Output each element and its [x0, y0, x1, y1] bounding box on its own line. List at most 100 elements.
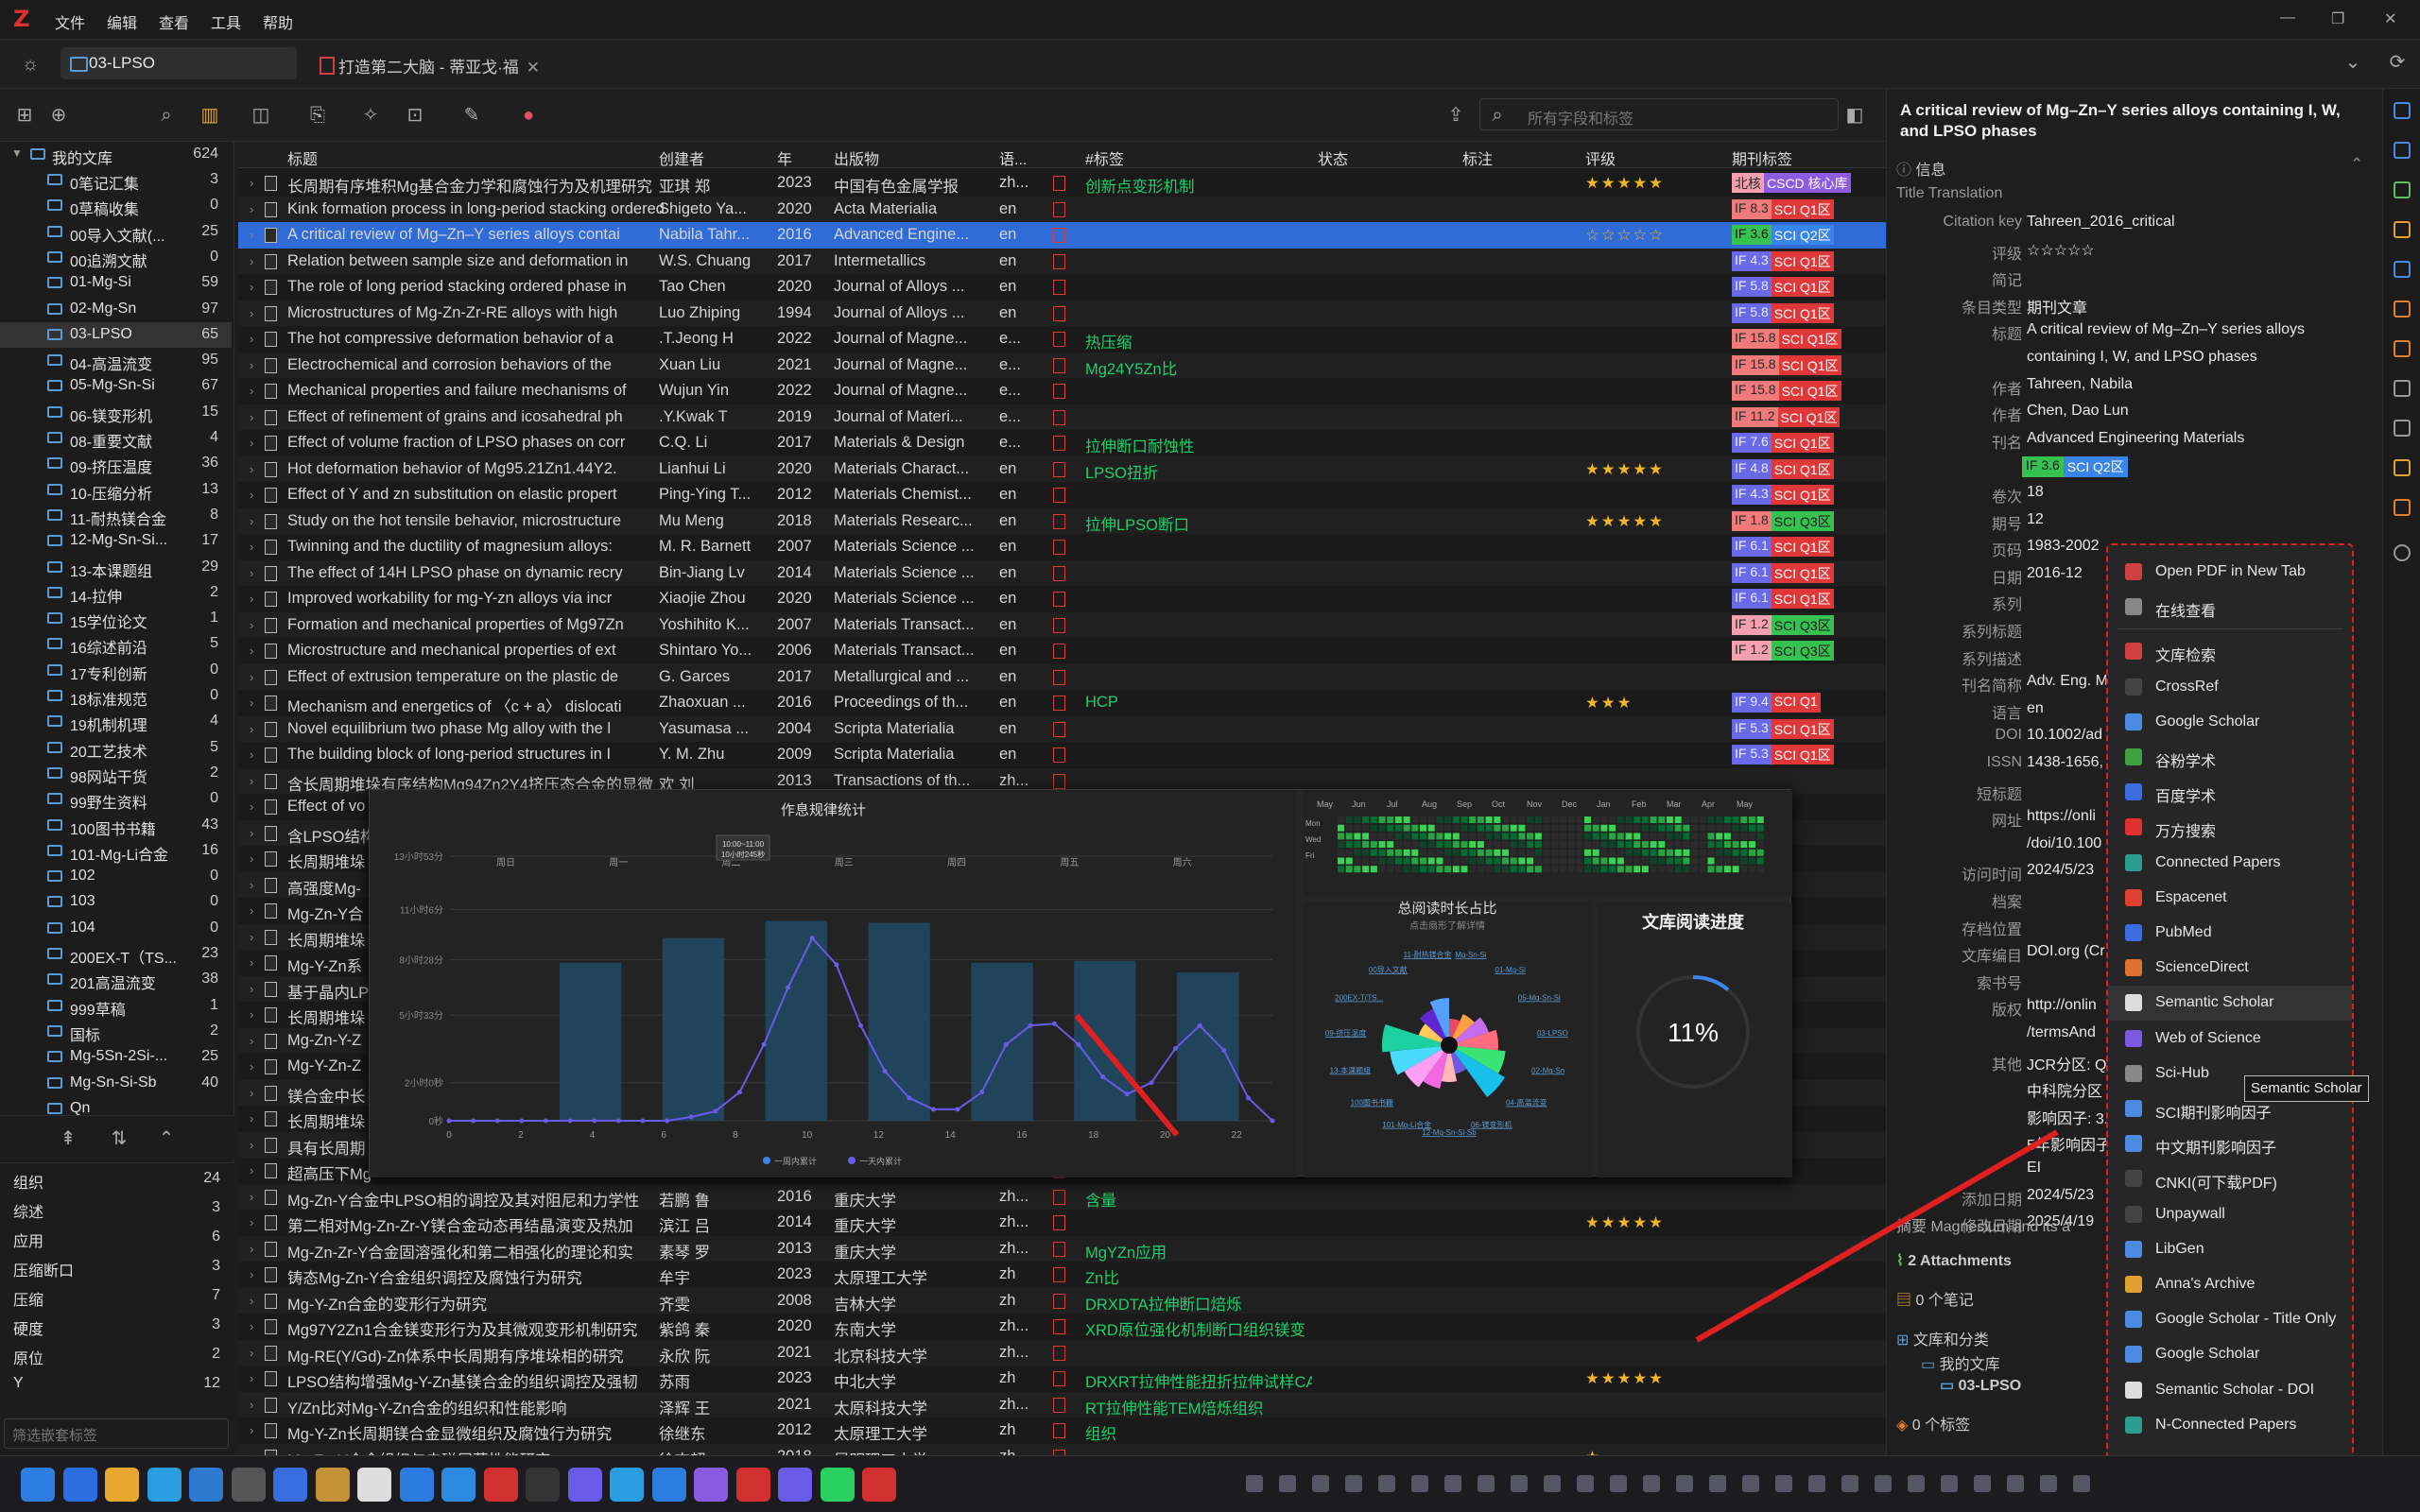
heatmap-cell[interactable]: [1634, 849, 1641, 856]
heatmap-cell[interactable]: [1749, 833, 1755, 840]
heatmap-cell[interactable]: [1723, 857, 1731, 865]
tray-icon[interactable]: [1478, 1475, 1495, 1492]
heatmap-cell[interactable]: [1559, 866, 1566, 873]
tray-icon[interactable]: [1841, 1475, 1858, 1492]
heatmap-cell[interactable]: [1658, 833, 1666, 840]
menu-item[interactable]: Open PDF in New Tab: [2108, 555, 2352, 590]
table-row[interactable]: › Relation between sample size and deform…: [238, 248, 1886, 274]
sidebar-item-collection[interactable]: Mg-Sn-Si-Sb 40: [0, 1071, 232, 1096]
heatmap-cell[interactable]: [1502, 849, 1509, 856]
heatmap-cell[interactable]: [1527, 816, 1534, 823]
heatmap-cell[interactable]: [1362, 841, 1370, 849]
sidebar-item-collection[interactable]: 0草稿收集 0: [0, 193, 232, 218]
tray-icon[interactable]: [2040, 1475, 2057, 1492]
row-expand-chevron-icon[interactable]: ›: [250, 644, 253, 658]
heatmap-cell[interactable]: [1584, 841, 1591, 849]
heatmap-cell[interactable]: [1469, 833, 1477, 840]
tab-close-icon[interactable]: ✕: [527, 59, 540, 77]
heatmap-cell[interactable]: [1518, 866, 1526, 873]
heatmap-cell[interactable]: [1362, 866, 1370, 873]
row-expand-chevron-icon[interactable]: ›: [250, 982, 253, 996]
heatmap-cell[interactable]: [1510, 833, 1517, 840]
heatmap-cell[interactable]: [1411, 841, 1419, 849]
heatmap-cell[interactable]: [1469, 841, 1477, 849]
heatmap-cell[interactable]: [1427, 833, 1435, 840]
heatmap-cell[interactable]: [1699, 841, 1706, 849]
pdf-attachment-icon[interactable]: [1053, 409, 1065, 425]
heatmap-cell[interactable]: [1338, 849, 1344, 856]
menu-item[interactable]: LibGen: [2108, 1232, 2352, 1267]
heatmap-cell[interactable]: [1534, 849, 1542, 856]
heatmap-cell[interactable]: [1387, 866, 1394, 873]
heatmap-cell[interactable]: [1567, 857, 1575, 865]
heatmap-cell[interactable]: [1543, 866, 1550, 873]
heatmap-cell[interactable]: [1444, 849, 1452, 856]
detail-field[interactable]: containing I, W, and LPSO phases: [1887, 345, 2382, 371]
heatmap-cell[interactable]: [1518, 857, 1526, 865]
taskbar-app-icon[interactable]: [610, 1468, 644, 1502]
heatmap-cell[interactable]: [1674, 849, 1682, 856]
heatmap-cell[interactable]: [1378, 816, 1386, 823]
table-row[interactable]: › Effect of volume fraction of LPSO phase…: [238, 430, 1886, 456]
attachments-nav-icon[interactable]: [2394, 181, 2411, 198]
menu-item[interactable]: 百度学术: [2108, 775, 2352, 810]
sidebar-item-collection[interactable]: 10-压缩分析 13: [0, 477, 232, 503]
heatmap-cell[interactable]: [1394, 866, 1402, 873]
sidebar-item-collection[interactable]: 17专利创新 0: [0, 658, 232, 683]
heatmap-cell[interactable]: [1436, 849, 1443, 856]
heatmap-cell[interactable]: [1394, 824, 1402, 832]
heatmap-cell[interactable]: [1683, 841, 1690, 849]
new-folder-icon[interactable]: ⊕: [45, 102, 72, 129]
detail-field[interactable]: [1887, 453, 2382, 479]
heatmap-cell[interactable]: [1461, 866, 1468, 873]
field-value[interactable]: 12: [2027, 511, 2377, 528]
heatmap-cell[interactable]: [1477, 849, 1484, 856]
col-language[interactable]: 语...: [999, 146, 1027, 169]
heatmap-cell[interactable]: [1354, 849, 1361, 856]
heatmap-cell[interactable]: [1691, 866, 1699, 873]
row-expand-chevron-icon[interactable]: ›: [250, 1190, 253, 1204]
tray-icon[interactable]: [1941, 1475, 1958, 1492]
pdf-attachment-icon[interactable]: [1053, 592, 1065, 607]
heatmap-cell[interactable]: [1510, 866, 1517, 873]
heatmap-cell[interactable]: [1658, 866, 1666, 873]
heatmap-cell[interactable]: [1551, 857, 1559, 865]
heatmap-cell[interactable]: [1387, 833, 1394, 840]
row-expand-chevron-icon[interactable]: ›: [250, 774, 253, 788]
heatmap-cell[interactable]: [1345, 833, 1353, 840]
table-row[interactable]: › Novel equilibrium two phase Mg alloy wi…: [238, 715, 1886, 742]
table-row[interactable]: › The building block of long-period struc…: [238, 742, 1886, 768]
heatmap-cell[interactable]: [1658, 816, 1666, 823]
chevron-updown-icon[interactable]: ⌃: [153, 1125, 180, 1152]
row-rating[interactable]: ★★★★★: [1585, 1213, 1665, 1232]
heatmap-cell[interactable]: [1600, 849, 1608, 856]
heatmap-cell[interactable]: [1444, 866, 1452, 873]
taskbar-app-icon[interactable]: [820, 1468, 855, 1502]
heatmap-cell[interactable]: [1534, 816, 1542, 823]
table-row[interactable]: › The hot compressive deformation behavio…: [238, 326, 1886, 352]
row-expand-chevron-icon[interactable]: ›: [250, 436, 253, 450]
field-value[interactable]: Tahreen, Nabila: [2027, 376, 2377, 393]
heatmap-cell[interactable]: [1616, 849, 1624, 856]
pdf-attachment-icon[interactable]: [1053, 357, 1065, 373]
row-expand-chevron-icon[interactable]: ›: [250, 618, 253, 632]
heatmap-cell[interactable]: [1477, 816, 1484, 823]
col-publication[interactable]: 出版物: [834, 146, 879, 169]
menu-tools[interactable]: 工具: [211, 10, 241, 33]
heatmap-cell[interactable]: [1354, 841, 1361, 849]
row-expand-chevron-icon[interactable]: ›: [250, 1423, 253, 1437]
layout-toggle-icon[interactable]: ◧: [1841, 102, 1868, 129]
pdf-attachment-icon[interactable]: [1053, 696, 1065, 711]
taskbar-app-icon[interactable]: [567, 1468, 602, 1502]
heatmap-cell[interactable]: [1436, 833, 1443, 840]
heatmap-cell[interactable]: [1716, 849, 1723, 856]
heatmap-cell[interactable]: [1387, 816, 1394, 823]
heatmap-cell[interactable]: [1650, 849, 1657, 856]
heatmap-cell[interactable]: [1732, 816, 1739, 823]
restore-icon[interactable]: ❐: [2331, 9, 2344, 28]
heatmap-cell[interactable]: [1749, 849, 1755, 856]
heatmap-cell[interactable]: [1567, 824, 1575, 832]
menu-item[interactable]: 万方搜索: [2108, 810, 2352, 845]
tray-icon[interactable]: [1709, 1475, 1726, 1492]
row-expand-chevron-icon[interactable]: ›: [250, 1086, 253, 1100]
